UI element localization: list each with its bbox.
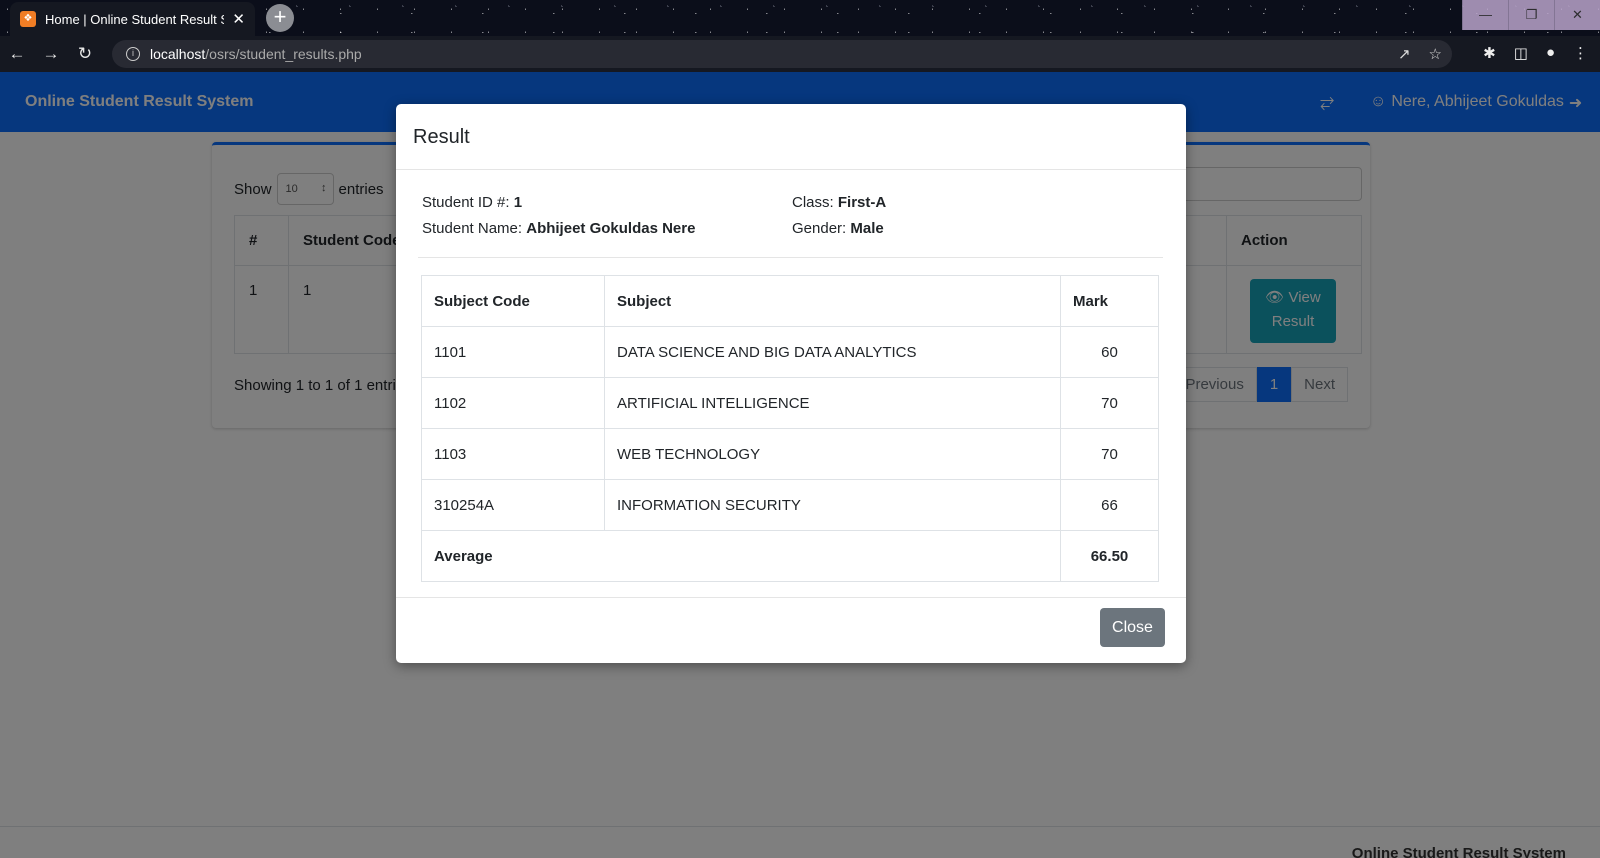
close-button[interactable]: Close — [1100, 608, 1165, 647]
window-controls: — ❐ ✕ — [1462, 0, 1600, 30]
subject-code: 1102 — [421, 377, 605, 429]
tab-title: Home | Online Student Result Sy — [45, 11, 225, 27]
class-value: First-A — [837, 194, 887, 211]
extensions-icon[interactable]: ✱ — [1483, 44, 1496, 62]
class-label: Class: — [792, 194, 834, 211]
student-name-label: Student Name: — [422, 220, 523, 237]
result-header-row: Subject Code Subject Mark — [421, 275, 1159, 327]
star-icon[interactable]: ☆ — [1429, 45, 1442, 63]
site-info-icon[interactable]: i — [126, 47, 140, 61]
gender-field: Gender: Male — [792, 216, 1162, 242]
subject-code: 310254A — [421, 479, 605, 531]
table-row: 1102 ARTIFICIAL INTELLIGENCE 70 — [421, 377, 1159, 429]
table-row: 1103 WEB TECHNOLOGY 70 — [421, 428, 1159, 480]
header-subject-code: Subject Code — [421, 275, 605, 327]
sidepanel-icon[interactable]: ◫ — [1514, 44, 1528, 62]
new-tab-button[interactable]: + — [266, 4, 294, 32]
minimize-icon[interactable]: — — [1462, 0, 1508, 30]
student-name-field: Student Name: Abhijeet Gokuldas Nere — [422, 216, 792, 242]
browser-toolbar: ← → ↻ i localhost/osrs/student_results.p… — [0, 36, 1600, 72]
subject-name: ARTIFICIAL INTELLIGENCE — [604, 377, 1061, 429]
average-label: Average — [421, 530, 1061, 582]
url-host: localhost — [150, 46, 206, 62]
modal-footer: Close — [396, 597, 1186, 663]
reload-icon[interactable]: ↻ — [68, 44, 102, 64]
result-table: Subject Code Subject Mark 1101 DATA SCIE… — [421, 275, 1159, 582]
subject-mark: 70 — [1060, 377, 1159, 429]
subject-name: WEB TECHNOLOGY — [604, 428, 1061, 480]
close-tab-icon[interactable]: ✕ — [232, 10, 245, 28]
result-modal: Result Student ID #: 1 Class: First-A St… — [396, 104, 1186, 663]
average-value: 66.50 — [1060, 530, 1159, 582]
address-bar[interactable]: i localhost/osrs/student_results.php ↗ ☆ — [112, 40, 1452, 68]
gender-value: Male — [850, 220, 884, 237]
menu-icon[interactable]: ⋮ — [1573, 44, 1588, 62]
url-path: /osrs/student_results.php — [205, 46, 362, 62]
student-id-value: 1 — [513, 194, 523, 211]
table-row: 1101 DATA SCIENCE AND BIG DATA ANALYTICS… — [421, 326, 1159, 378]
subject-code: 1103 — [421, 428, 605, 480]
forward-icon[interactable]: → — [34, 44, 68, 64]
class-field: Class: First-A — [792, 190, 1162, 216]
table-row: 310254A INFORMATION SECURITY 66 — [421, 479, 1159, 531]
subject-mark: 70 — [1060, 428, 1159, 480]
subject-code: 1101 — [421, 326, 605, 378]
xampp-favicon-icon: ❖ — [20, 11, 36, 27]
subject-name: INFORMATION SECURITY — [604, 479, 1061, 531]
student-name-value: Abhijeet Gokuldas Nere — [526, 220, 696, 237]
header-subject: Subject — [604, 275, 1061, 327]
subject-name: DATA SCIENCE AND BIG DATA ANALYTICS — [604, 326, 1061, 378]
subject-mark: 66 — [1060, 479, 1159, 531]
student-id-label: Student ID #: — [422, 194, 510, 211]
student-info: Student ID #: 1 Class: First-A Student N… — [422, 190, 1162, 242]
browser-tabbar: ❖ Home | Online Student Result Sy ✕ + — … — [0, 0, 1600, 36]
modal-title: Result — [396, 104, 1186, 170]
average-row: Average 66.50 — [421, 530, 1159, 582]
browser-tab[interactable]: ❖ Home | Online Student Result Sy ✕ — [10, 2, 255, 36]
subject-mark: 60 — [1060, 326, 1159, 378]
back-icon[interactable]: ← — [0, 44, 34, 64]
profile-icon[interactable]: ● — [1546, 44, 1555, 62]
restore-icon[interactable]: ❐ — [1508, 0, 1554, 30]
header-mark: Mark — [1060, 275, 1159, 327]
close-window-icon[interactable]: ✕ — [1554, 0, 1600, 30]
share-icon[interactable]: ↗ — [1398, 45, 1411, 63]
gender-label: Gender: — [792, 220, 847, 237]
student-id-field: Student ID #: 1 — [422, 190, 792, 216]
info-divider — [418, 257, 1163, 258]
